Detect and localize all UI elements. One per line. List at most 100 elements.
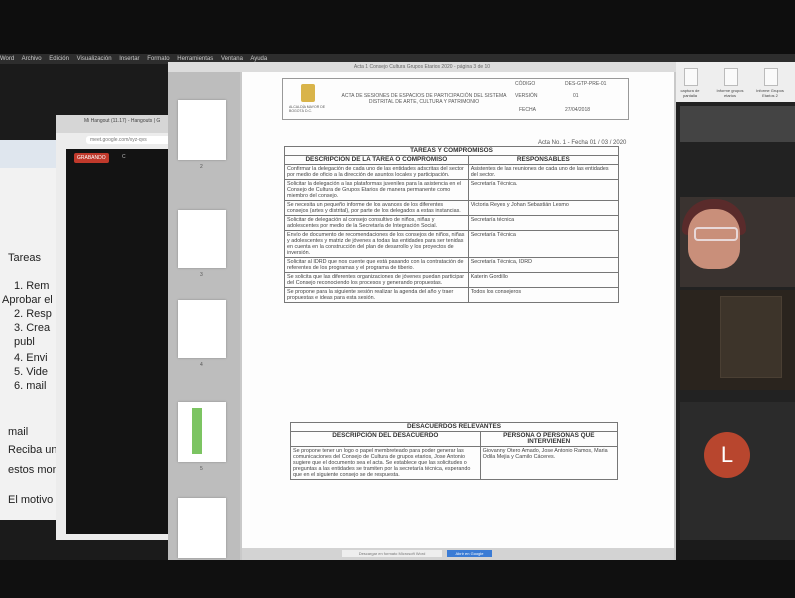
file-icon[interactable]	[684, 68, 698, 86]
menu-item[interactable]: Formato	[147, 56, 169, 62]
task-description: Se necesita un pequeño informe de los av…	[284, 200, 469, 216]
doc-line: 1. Rem	[14, 280, 50, 292]
task-description: Confirmar la delegación de cada uno de l…	[284, 164, 469, 180]
video-call-panel: captura de pantalla Informe grupos etari…	[676, 62, 795, 540]
menu-item[interactable]: Archivo	[22, 56, 42, 62]
page-thumbnail[interactable]	[178, 300, 226, 358]
participant-tile[interactable]: L	[680, 402, 795, 540]
disagreements-col-header: PERSONA O PERSONAS QUE INTERVIENEN	[479, 431, 619, 447]
task-description: Solicitar la delegación a las plataforma…	[284, 179, 469, 201]
acta-header: ALCALDÍA MAYOR DE BOGOTÁ D.C. ACTA DE SE…	[282, 78, 629, 120]
task-responsible: Asistentes de las reuniones de cada uno …	[467, 164, 620, 180]
task-responsible: Secretaría Técnica, IDRD	[467, 257, 620, 273]
desktop-icons-area: captura de pantalla Informe grupos etari…	[676, 62, 795, 102]
task-description: Solicitar de delegación al consejo consu…	[284, 215, 469, 231]
task-description: Envío de documento de recomendaciones de…	[284, 230, 469, 258]
pdf-page: ALCALDÍA MAYOR DE BOGOTÁ D.C. ACTA DE SE…	[242, 72, 674, 550]
table-row: Solicitar al IDRD que nos cuente que est…	[284, 257, 620, 273]
task-responsible: Victoria Reyes y Johan Sebastián Lesmo	[467, 200, 620, 216]
doc-line: 6. mail	[14, 380, 47, 392]
tasks-table: TAREAS Y COMPROMISOS DESCRIPCIÓN DE LA T…	[284, 146, 620, 303]
page-thumbnail[interactable]	[178, 210, 226, 268]
task-responsible: Secretaría Técnica	[467, 230, 620, 258]
task-responsible: Todos los consejeros	[467, 287, 620, 303]
file-label: captura de pantalla	[680, 88, 700, 98]
task-description: Se propone para la siguiente sesión real…	[284, 287, 469, 303]
page-number: 2	[200, 164, 203, 170]
page-thumbnail[interactable]	[178, 100, 226, 160]
disagreement-persons: Giovanny Otero Amado, Jose Antonio Ramos…	[479, 446, 619, 480]
table-row: Confirmar la delegación de cada uno de l…	[284, 164, 620, 180]
download-word-button[interactable]: Descargar en formato Microsoft Word	[342, 550, 442, 557]
table-row: Envío de documento de recomendaciones de…	[284, 230, 620, 258]
recording-badge[interactable]: GRABANDO	[74, 153, 109, 163]
task-description: Solicitar al IDRD que nos cuente que est…	[284, 257, 469, 273]
table-row: Solicitar de delegación al consejo consu…	[284, 215, 620, 231]
menu-item[interactable]: Word	[0, 56, 14, 62]
table-row: Se solicita que las diferentes organizac…	[284, 272, 620, 288]
table-row: Se propone para la siguiente sesión real…	[284, 287, 620, 303]
disagreements-title: DESACUERDOS RELEVANTES	[290, 422, 618, 432]
doc-line: Tareas	[8, 252, 42, 264]
doc-line: 3. Crea	[14, 322, 51, 334]
task-description: Se solicita que las diferentes organizac…	[284, 272, 469, 288]
participant-video[interactable]	[680, 290, 795, 390]
task-responsible: Katerin Gordillo	[467, 272, 620, 288]
doc-line: mail	[8, 426, 29, 438]
menu-item[interactable]: Visualización	[77, 56, 112, 62]
window-title: Acta 1 Consejo Cultura Grupos Etarios 20…	[168, 62, 676, 72]
tasks-col-header: RESPONSABLES	[467, 155, 620, 165]
participant-avatar: L	[704, 432, 750, 478]
disagreements-table: DESACUERDOS RELEVANTES DESCRIPCIÓN DEL D…	[290, 422, 619, 480]
acta-title: ACTA DE SESIONES DE ESPACIOS DE PARTICIP…	[341, 93, 507, 105]
browser-tab[interactable]: Mi Hangout (11.17) - Hangouts | G	[84, 118, 160, 124]
file-label: Informe grupos etarios	[716, 88, 744, 98]
participant-glasses	[694, 227, 738, 241]
date-value: 27/04/2018	[565, 107, 591, 113]
code-label: CÓDIGO	[515, 81, 536, 87]
viewer-bottom-bar: Descargar en formato Microsoft Word Abri…	[242, 548, 674, 560]
doc-line: 5. Vide	[14, 366, 49, 378]
page-number: 5	[200, 466, 203, 472]
tasks-title: TAREAS Y COMPROMISOS	[284, 146, 619, 156]
menu-item[interactable]: Insertar	[119, 56, 139, 62]
meet-video-area: GRABANDO C	[66, 149, 178, 534]
browser-tab-bar: Mi Hangout (11.17) - Hangouts | G	[56, 115, 186, 133]
table-row: Se necesita un pequeño informe de los av…	[284, 200, 620, 216]
bookshelf	[720, 296, 782, 378]
doc-line: 2. Resp	[14, 308, 52, 320]
bogota-logo-icon	[301, 84, 315, 102]
video-tile[interactable]	[680, 106, 795, 142]
doc-line: 4. Envi	[14, 352, 48, 364]
page-number: 4	[200, 362, 203, 368]
file-label: Informe Grupos Etarios 2	[756, 88, 784, 98]
page-thumbnail[interactable]	[178, 498, 226, 558]
code-value: DES-GTP-PRE-01	[565, 81, 607, 87]
page-number: 3	[200, 272, 203, 278]
version-value: 01	[573, 93, 579, 99]
doc-line: Aprobar el p	[2, 294, 62, 306]
menu-item[interactable]: Edición	[49, 56, 69, 62]
disagreement-description: Se propone tener un logo o papel membret…	[290, 446, 481, 480]
org-name: ALCALDÍA MAYOR DE BOGOTÁ D.C.	[289, 105, 326, 113]
date-label: FECHA	[519, 107, 536, 113]
mic-icon[interactable]: C	[122, 154, 126, 160]
page-thumbnail[interactable]	[178, 402, 226, 462]
file-icon[interactable]	[724, 68, 738, 86]
file-icon[interactable]	[764, 68, 778, 86]
table-row: Solicitar la delegación a las plataforma…	[284, 179, 620, 201]
task-responsible: Secretaría técnica	[467, 215, 620, 231]
participant-video[interactable]	[680, 197, 795, 287]
open-google-button[interactable]: Abrir en Google	[447, 550, 492, 557]
pdf-viewer-window: Acta 1 Consejo Cultura Grupos Etarios 20…	[168, 62, 676, 560]
monitor-bezel-bottom	[0, 560, 795, 598]
doc-line: publ	[14, 336, 35, 348]
version-label: VERSIÓN	[515, 93, 538, 99]
thumbnail-sidebar[interactable]: 2 3 4 5	[168, 72, 240, 560]
table-row: Se propone tener un logo o papel membret…	[290, 446, 619, 480]
monitor-bezel-top	[0, 0, 795, 54]
tasks-col-header: DESCRIPCIÓN DE LA TAREA O COMPROMISO	[284, 155, 469, 165]
task-responsible: Secretaría Técnica.	[467, 179, 620, 201]
browser-window: Mi Hangout (11.17) - Hangouts | G meet.g…	[56, 115, 186, 540]
disagreements-col-header: DESCRIPCIÓN DEL DESACUERDO	[290, 431, 481, 447]
